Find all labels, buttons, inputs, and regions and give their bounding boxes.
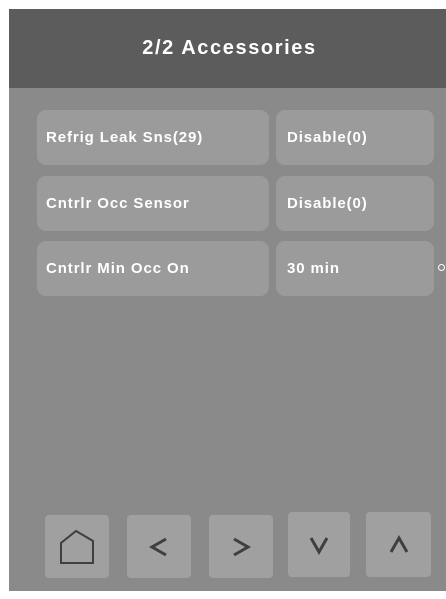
edit-indicator-icon xyxy=(438,264,445,271)
setting-value-controller-occ-sensor[interactable]: Disable(0) xyxy=(276,176,434,231)
home-icon xyxy=(60,529,94,564)
setting-label-controller-min-occ-on[interactable]: Cntrlr Min Occ On xyxy=(37,241,269,296)
home-button[interactable] xyxy=(45,515,109,578)
header-bar: 2/2 Accessories xyxy=(9,9,446,88)
next-button[interactable] xyxy=(209,515,273,578)
setting-label-controller-occ-sensor[interactable]: Cntrlr Occ Sensor xyxy=(37,176,269,231)
thermostat-screen: 2/2 Accessories Refrig Leak Sns(29) Disa… xyxy=(9,9,446,591)
setting-value-refrig-leak-sensor[interactable]: Disable(0) xyxy=(276,110,434,165)
chevron-down-icon xyxy=(309,536,329,555)
chevron-left-icon xyxy=(148,537,167,556)
previous-button[interactable] xyxy=(127,515,191,578)
chevron-right-icon xyxy=(233,537,252,556)
scroll-down-button[interactable] xyxy=(288,512,350,577)
setting-label-refrig-leak-sensor[interactable]: Refrig Leak Sns(29) xyxy=(37,110,269,165)
scroll-up-button[interactable] xyxy=(366,512,431,577)
page-title: 2/2 Accessories xyxy=(142,37,317,59)
chevron-up-icon xyxy=(389,534,408,553)
setting-value-controller-min-occ-on[interactable]: 30 min xyxy=(276,241,434,296)
